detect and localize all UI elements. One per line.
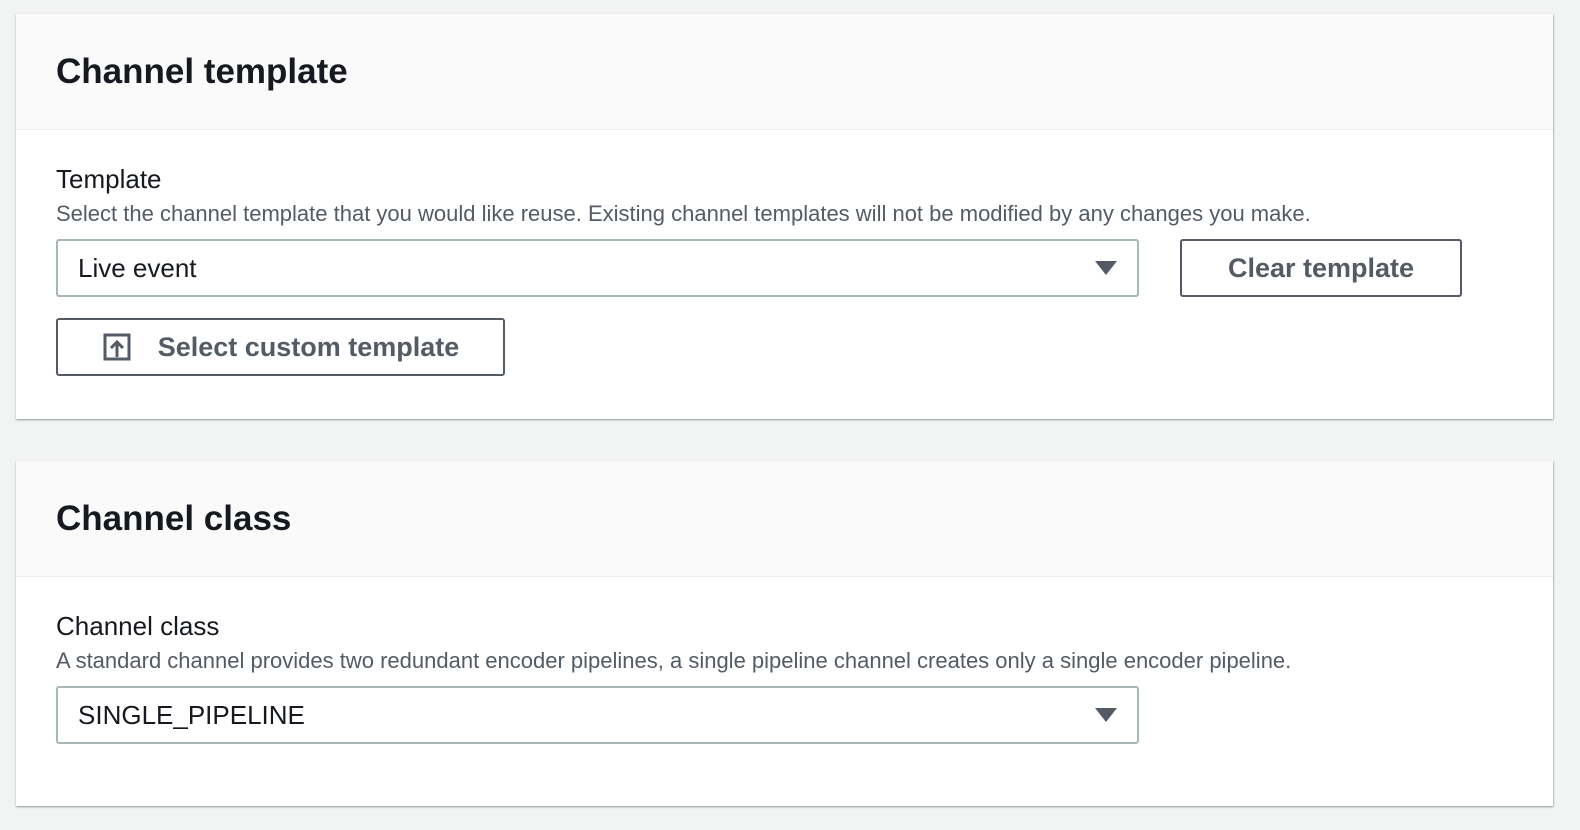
channel-class-label: Channel class [56,611,220,641]
template-label: Template [56,164,162,194]
template-description: Select the channel template that you wou… [56,201,1311,226]
select-custom-template-label: Select custom template [157,331,460,362]
clear-template-button[interactable]: Clear template [1180,239,1462,297]
panel-title: Channel template [56,51,348,91]
panel-title: Channel class [56,498,292,538]
channel-template-panel: Channel template Template Select the cha… [16,14,1553,419]
channel-class-selected-value: SINGLE_PIPELINE [78,699,305,730]
channel-class-description: A standard channel provides two redundan… [56,648,1292,673]
upload-icon [103,333,131,361]
template-selected-value: Live event [78,252,197,283]
channel-class-panel: Channel class Channel class A standard c… [16,461,1553,806]
template-select[interactable]: Live event [56,239,1139,297]
select-custom-template-button[interactable]: Select custom template [56,318,505,376]
channel-class-select[interactable]: SINGLE_PIPELINE [56,686,1139,744]
caret-down-icon [1095,261,1117,275]
caret-down-icon [1095,708,1117,722]
